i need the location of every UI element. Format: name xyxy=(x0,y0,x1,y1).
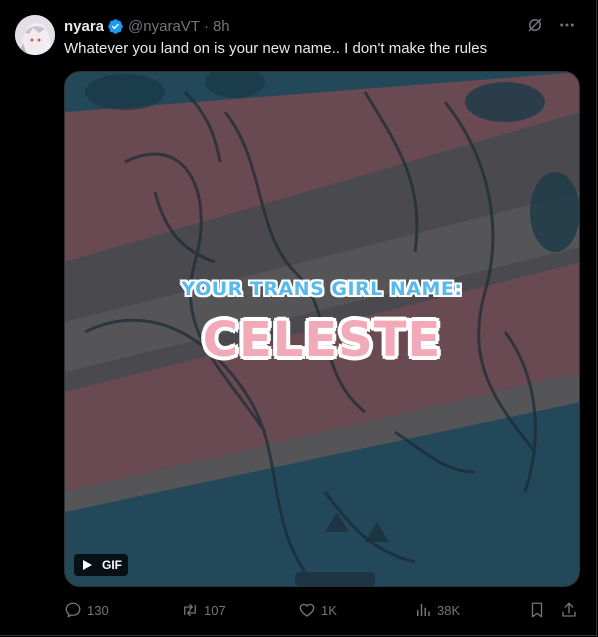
author-handle[interactable]: @nyaraVT xyxy=(128,18,200,35)
repost-icon xyxy=(184,604,196,616)
reply-icon xyxy=(65,602,81,618)
bookmark-button[interactable] xyxy=(528,601,546,619)
gif-caption-name: CELESTE xyxy=(202,312,442,368)
grok-icon xyxy=(528,18,542,32)
views-button[interactable]: 38K xyxy=(414,601,528,619)
tweet-media-gif[interactable]: YOUR TRANS GIRL NAME: CELESTE GIF xyxy=(64,71,580,587)
tweet-text: Whatever you land on is your new name.. … xyxy=(64,40,488,57)
like-button[interactable]: 1K xyxy=(298,601,414,619)
tweet-header: nyara @nyaraVT · 8h xyxy=(64,16,576,36)
like-icon xyxy=(299,603,315,617)
tweet-actions-bar: 130 107 1K 38K xyxy=(64,600,578,620)
play-icon xyxy=(78,556,96,574)
share-button[interactable] xyxy=(560,601,578,619)
views-icon xyxy=(417,604,430,616)
more-button[interactable] xyxy=(558,16,576,34)
avatar[interactable] xyxy=(15,15,55,55)
more-icon xyxy=(560,23,574,27)
views-count: 38K xyxy=(437,602,461,618)
author-name[interactable]: nyara xyxy=(64,18,104,35)
verified-badge-icon xyxy=(108,18,123,34)
repost-count: 107 xyxy=(204,602,226,618)
timestamp[interactable]: 8h xyxy=(213,18,230,35)
separator-dot: · xyxy=(203,17,209,35)
bookmark-icon xyxy=(531,602,543,618)
share-icon xyxy=(562,602,576,617)
gif-badge[interactable]: GIF xyxy=(74,554,128,576)
reply-button[interactable]: 130 xyxy=(64,601,181,619)
gif-badge-label: GIF xyxy=(102,558,122,572)
grok-button[interactable] xyxy=(526,16,544,34)
tweet[interactable]: nyara @nyaraVT · 8h Whatever you land on… xyxy=(0,0,597,636)
reply-count: 130 xyxy=(87,602,109,618)
repost-button[interactable]: 107 xyxy=(181,601,298,619)
like-count: 1K xyxy=(321,602,337,618)
gif-caption-title: YOUR TRANS GIRL NAME: xyxy=(181,278,463,300)
